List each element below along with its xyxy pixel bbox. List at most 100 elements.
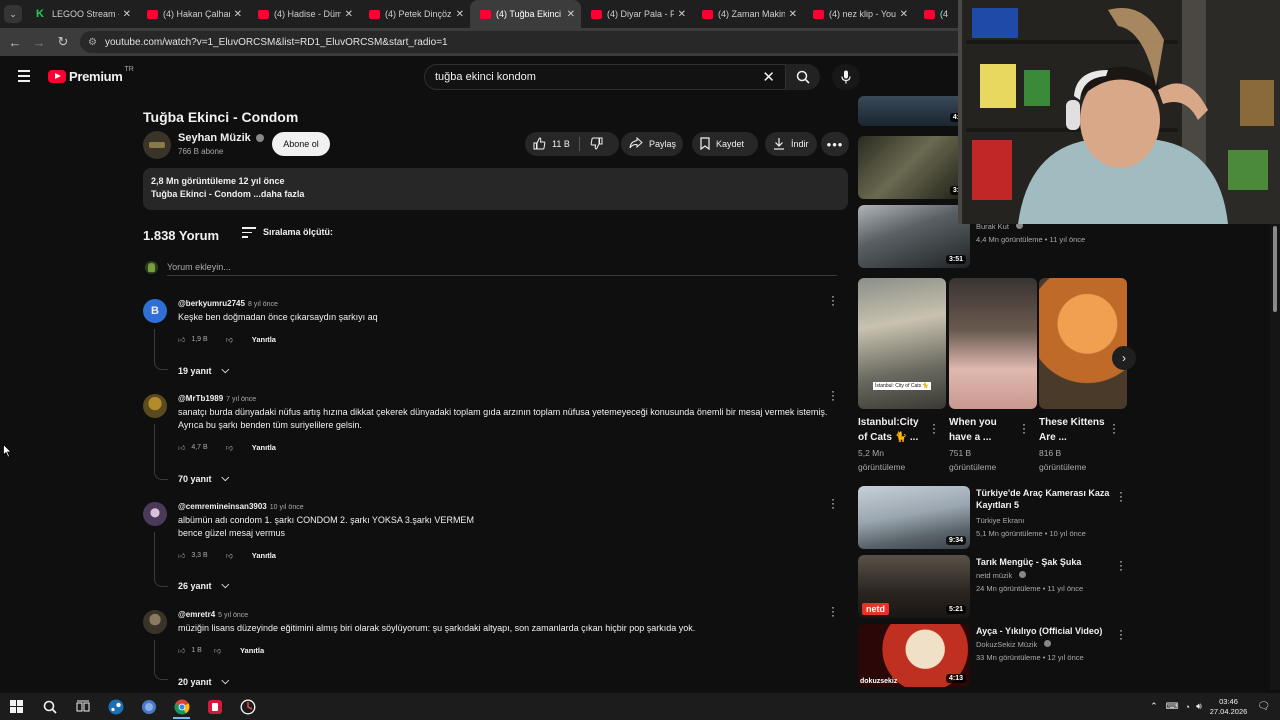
tab-search-icon[interactable]: ⌄ (4, 5, 22, 23)
browser-tab[interactable]: (4) nez klip - YouT ✕ (803, 0, 914, 28)
comment-time[interactable]: 7 yıl önce (226, 396, 256, 403)
comment-like-icon[interactable]: 👍︎ (178, 443, 185, 452)
commenter-avatar[interactable] (143, 502, 167, 526)
recommendation-thumbnail[interactable]: netd 5:21 (858, 555, 970, 618)
comment-menu-icon[interactable]: · · · (828, 290, 838, 310)
search-button[interactable] (786, 64, 820, 90)
comment-author[interactable]: @cemremineinsan3903 10 yıl önce (178, 502, 304, 511)
recommendation-channel[interactable]: netd müzik (976, 569, 1027, 582)
recommendation-title[interactable]: Türkiye'de Araç Kamerası Kaza Kayıtları … (976, 487, 1116, 511)
taskbar-app-5[interactable] (231, 693, 264, 720)
taskbar-app-4[interactable] (198, 693, 231, 720)
short-menu-icon[interactable]: · · · (930, 418, 938, 438)
recommendation-menu-icon[interactable]: · · · (1117, 555, 1125, 575)
commenter-avatar[interactable] (143, 610, 167, 634)
browser-tab[interactable]: (4) Hadise - Düm ✕ (248, 0, 359, 28)
short-title[interactable]: When you have a ... (949, 415, 1013, 445)
browser-tab[interactable]: (4) Zaman Makine ✕ (692, 0, 803, 28)
taskbar-app-2[interactable] (132, 693, 165, 720)
short-thumbnail[interactable] (949, 278, 1037, 409)
channel-name[interactable]: Seyhan Müzik (178, 132, 264, 144)
page-scrollbar[interactable] (1270, 224, 1280, 690)
like-count[interactable]: 11 B (552, 139, 570, 149)
volume-icon[interactable]: 🔊︎ (1196, 701, 1202, 712)
comment-dislike-icon[interactable]: 👎︎ (226, 335, 233, 344)
commenter-avatar[interactable]: B (143, 299, 167, 323)
channel-avatar[interactable] (143, 131, 171, 159)
comment-time[interactable]: 10 yıl önce (270, 504, 304, 511)
recommendation-thumbnail[interactable]: 3:4 (858, 136, 970, 199)
like-icon[interactable] (533, 136, 546, 152)
replies-toggle[interactable]: 70 yanıt ⌵ (178, 473, 229, 484)
tab-close-icon[interactable]: ✕ (456, 9, 464, 20)
recommendation-channel[interactable]: DokuzSekiz Müzik (976, 638, 1052, 651)
comment-menu-icon[interactable]: · · · (828, 601, 838, 621)
shorts-next-button[interactable]: › (1112, 346, 1136, 370)
reply-button[interactable]: Yanıtla (252, 551, 276, 560)
reload-icon[interactable]: ↻ (51, 34, 75, 50)
comment-author[interactable]: @emretr4 5 yıl önce (178, 610, 248, 619)
tray-expand-icon[interactable]: ⌃ (1150, 701, 1158, 712)
comment-dislike-icon[interactable]: 👎︎ (226, 443, 233, 452)
download-button[interactable]: İndir (765, 132, 817, 156)
short-title[interactable]: These Kittens Are ... (1039, 415, 1107, 445)
forward-icon[interactable]: → (27, 35, 51, 50)
description-box[interactable]: 2,8 Mn görüntüleme 12 yıl önce Tuğba Eki… (143, 168, 848, 210)
add-comment-input[interactable]: Yorum ekleyin... (167, 262, 231, 272)
share-button[interactable]: Paylaş (621, 132, 683, 156)
subscribe-button[interactable]: Abone ol (272, 132, 330, 156)
site-info-icon[interactable]: ⚙ (88, 37, 97, 48)
more-actions-button[interactable]: ••• (821, 132, 849, 156)
taskbar-search-button[interactable] (33, 693, 66, 720)
clear-search-icon[interactable]: ✕ (762, 68, 775, 86)
replies-toggle[interactable]: 26 yanıt ⌵ (178, 580, 229, 591)
comment-time[interactable]: 8 yıl önce (248, 301, 278, 308)
recommendation-title[interactable]: Ayça - Yıkılıyo (Official Video) (976, 625, 1116, 637)
reply-button[interactable]: Yanıtla (240, 646, 264, 655)
short-menu-icon[interactable]: · · · (1020, 418, 1028, 438)
comment-author[interactable]: @MrTb1989 7 yıl önce (178, 394, 256, 403)
comment-time[interactable]: 5 yıl önce (218, 612, 248, 619)
comment-dislike-icon[interactable]: 👎︎ (226, 551, 233, 560)
recommendation-thumbnail[interactable]: 3:51 (858, 205, 970, 268)
wifi-icon[interactable]: ◔ (1185, 702, 1190, 712)
taskbar-app-chrome[interactable] (165, 693, 198, 720)
sort-button[interactable]: Sıralama ölçütü: (242, 227, 333, 238)
browser-tab[interactable]: (4) Hakan Çalhan ✕ (137, 0, 248, 28)
search-input[interactable]: tuğba ekinci kondom ✕ (424, 64, 786, 90)
recommendation-channel[interactable]: Türkiye Ekranı (976, 514, 1024, 527)
youtube-premium-logo[interactable]: Premium TR (48, 66, 134, 84)
voice-search-button[interactable] (832, 64, 860, 90)
dislike-icon[interactable] (590, 137, 603, 152)
save-button[interactable]: Kaydet (692, 132, 758, 156)
tab-close-icon[interactable]: ✕ (234, 9, 242, 20)
recommendation-title[interactable]: Tarık Mengüç - Şak Şuka (976, 556, 1116, 568)
taskbar-app-steam[interactable] (99, 693, 132, 720)
address-bar[interactable]: ⚙ youtube.com/watch?v=1_EluvORCSM&list=R… (80, 31, 980, 53)
short-thumbnail[interactable]: İstanbul: City of Cats 🐈 (858, 278, 946, 409)
back-icon[interactable]: ← (3, 35, 27, 50)
comment-menu-icon[interactable]: · · · (828, 385, 838, 405)
network-icon[interactable]: ⌨ (1166, 701, 1179, 712)
recommendation-thumbnail[interactable]: dokuzsekiz 4:13 (858, 624, 970, 687)
comment-like-icon[interactable]: 👍︎ (178, 646, 185, 655)
tab-close-icon[interactable]: ✕ (678, 9, 686, 20)
browser-tab[interactable]: (4) Petek Dinçöz ✕ (359, 0, 470, 28)
commenter-avatar[interactable] (143, 394, 167, 418)
notification-icon[interactable]: 🗨︎ (1257, 701, 1270, 712)
recommendation-thumbnail[interactable]: 9:34 (858, 486, 970, 549)
clock[interactable]: 03:46 27.04.2026 (1210, 697, 1248, 717)
comment-dislike-icon[interactable]: 👎︎ (214, 646, 221, 655)
comment-like-icon[interactable]: 👍︎ (178, 551, 185, 560)
browser-tab[interactable]: (4) Que (914, 0, 954, 28)
comment-like-icon[interactable]: 👍︎ (178, 335, 185, 344)
tab-close-icon[interactable]: ✕ (345, 9, 353, 20)
replies-toggle[interactable]: 19 yanıt ⌵ (178, 365, 229, 376)
recommendation-thumbnail[interactable]: 4:1 (858, 96, 970, 126)
short-thumbnail[interactable] (1039, 278, 1127, 409)
browser-tab[interactable]: (4) Diyar Pala - Po ✕ (581, 0, 692, 28)
browser-tab[interactable]: K LEGOO Stream - ✕ (26, 0, 137, 28)
short-title[interactable]: Istanbul:City of Cats 🐈 ... (858, 415, 926, 445)
recommendation-menu-icon[interactable]: · · · (1117, 624, 1125, 644)
browser-tab-active[interactable]: (4) Tuğba Ekinci - ✕ (470, 0, 581, 28)
